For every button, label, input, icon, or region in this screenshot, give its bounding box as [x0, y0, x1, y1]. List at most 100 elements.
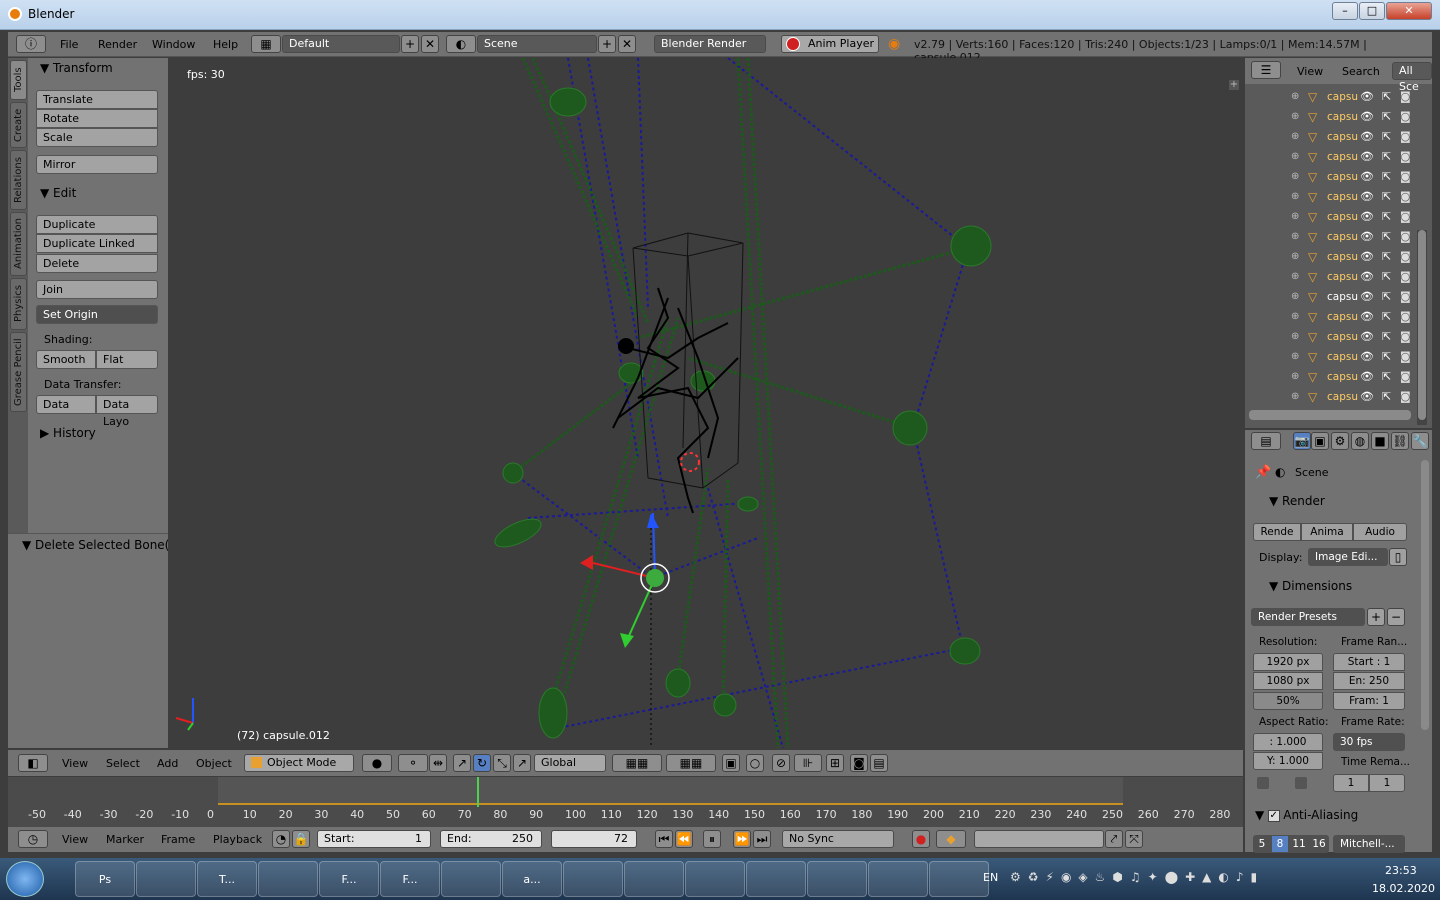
taskbar-app-button[interactable]	[685, 861, 745, 897]
render-tab-icon[interactable]: 📷	[1293, 432, 1311, 450]
visibility-eye-icon[interactable]: 👁	[1360, 130, 1374, 143]
outliner-item[interactable]: ⊕ ▽ capsu 👁 ⇱ ◙	[1245, 308, 1417, 328]
resolution-x-field[interactable]: 1920 px	[1253, 653, 1323, 671]
add-layout-button[interactable]: +	[401, 35, 419, 53]
outliner-item[interactable]: ⊕ ▽ capsu 👁 ⇱ ◙	[1245, 288, 1417, 308]
layers-grid-icon-2[interactable]: ▦▦	[666, 754, 716, 772]
clock-time[interactable]: 23:53	[1385, 864, 1417, 877]
crop-checkbox[interactable]	[1257, 777, 1269, 789]
visibility-eye-icon[interactable]: 👁	[1360, 150, 1374, 163]
expand-icon[interactable]: ⊕	[1291, 271, 1299, 282]
selectable-cursor-icon[interactable]: ⇱	[1382, 250, 1391, 263]
selectable-cursor-icon[interactable]: ⇱	[1382, 190, 1391, 203]
expand-icon[interactable]: ⊕	[1291, 131, 1299, 142]
jump-next-key-icon[interactable]: ⏩	[733, 830, 751, 848]
add-scene-button[interactable]: +	[598, 35, 616, 53]
editor-type-timeline-icon[interactable]: ◷	[18, 830, 48, 848]
jump-prev-key-icon[interactable]: ⏪	[675, 830, 693, 848]
smooth-button[interactable]: Smooth	[36, 350, 96, 369]
time-remap-new-field[interactable]: 1	[1369, 774, 1405, 792]
taskbar-app-button[interactable]	[868, 861, 928, 897]
viewport-shading-icon[interactable]: ●	[362, 754, 392, 772]
pin-icon[interactable]: 📌	[1255, 465, 1271, 480]
selectable-cursor-icon[interactable]: ⇱	[1382, 270, 1391, 283]
menu-playback[interactable]: Playback	[213, 833, 262, 846]
taskbar-app-button[interactable]	[624, 861, 684, 897]
render-layers-tab-icon[interactable]: ▣	[1311, 432, 1329, 450]
preview-range-icon[interactable]: ◔	[272, 830, 290, 848]
set-origin-dropdown[interactable]: Set Origin	[36, 305, 158, 324]
selectable-cursor-icon[interactable]: ⇱	[1382, 110, 1391, 123]
render-camera-icon[interactable]: ◙	[1400, 190, 1411, 203]
render-camera-icon[interactable]: ◙	[1400, 150, 1411, 163]
selectable-cursor-icon[interactable]: ⇱	[1382, 290, 1391, 303]
outliner-item[interactable]: ⊕ ▽ capsu 👁 ⇱ ◙	[1245, 388, 1417, 408]
taskbar-app-button[interactable]	[807, 861, 867, 897]
translate-button[interactable]: Translate	[36, 90, 158, 109]
jump-end-icon[interactable]: ⏭	[753, 830, 771, 848]
selectable-cursor-icon[interactable]: ⇱	[1382, 130, 1391, 143]
tab-grease-pencil[interactable]: Grease Pencil	[10, 332, 27, 412]
modifiers-tab-icon[interactable]: 🔧	[1411, 432, 1429, 450]
operator-panel-header[interactable]: ▼ Delete Selected Bone(s)	[22, 538, 180, 552]
taskbar-app-button[interactable]	[136, 861, 196, 897]
visibility-eye-icon[interactable]: 👁	[1360, 330, 1374, 343]
language-indicator[interactable]: EN	[983, 871, 998, 884]
expand-icon[interactable]: ⊕	[1291, 351, 1299, 362]
menu-window[interactable]: Window	[152, 38, 195, 51]
data-layout-button[interactable]: Data Layo	[96, 395, 158, 428]
menu-help[interactable]: Help	[213, 38, 238, 51]
render-still-button[interactable]: Rende	[1253, 523, 1301, 541]
outliner-item[interactable]: ⊕ ▽ capsu 👁 ⇱ ◙	[1245, 208, 1417, 228]
render-panel-header[interactable]: ▼ Render	[1269, 494, 1325, 508]
editor-type-properties-icon[interactable]: ▤	[1251, 432, 1281, 450]
scene-icon[interactable]: ◐	[446, 35, 476, 53]
render-camera-icon[interactable]: ◙	[1400, 90, 1411, 103]
aspect-y-field[interactable]: Y: 1.000	[1253, 752, 1323, 770]
visibility-eye-icon[interactable]: 👁	[1360, 270, 1374, 283]
outliner-item[interactable]: ⊕ ▽ capsu 👁 ⇱ ◙	[1245, 368, 1417, 388]
expand-icon[interactable]: ⊕	[1291, 91, 1299, 102]
current-frame-field[interactable]: 72	[551, 830, 637, 848]
render-camera-icon[interactable]: ◙	[1400, 270, 1411, 283]
render-camera-icon[interactable]: ◙	[1400, 170, 1411, 183]
aa-samples-11[interactable]: 11	[1289, 835, 1309, 853]
visibility-eye-icon[interactable]: 👁	[1360, 350, 1374, 363]
snap-target-icon[interactable]: ⊞	[826, 754, 844, 772]
outliner-item[interactable]: ⊕ ▽ capsu 👁 ⇱ ◙	[1245, 168, 1417, 188]
aa-samples-16[interactable]: 16	[1309, 835, 1329, 853]
expand-icon[interactable]: ⊕	[1291, 191, 1299, 202]
expand-icon[interactable]: ⊕	[1291, 251, 1299, 262]
render-preview-icon[interactable]: ◙	[850, 754, 868, 772]
flat-button[interactable]: Flat	[96, 350, 158, 369]
render-camera-icon[interactable]: ◙	[1400, 110, 1411, 123]
aspect-x-field[interactable]: : 1.000	[1253, 733, 1323, 751]
selectable-cursor-icon[interactable]: ⇱	[1382, 350, 1391, 363]
outliner-item[interactable]: ⊕ ▽ capsu 👁 ⇱ ◙	[1245, 268, 1417, 288]
scale-manipulator-icon-2[interactable]: ↗	[513, 754, 531, 772]
taskbar-app-button[interactable]	[746, 861, 806, 897]
jump-start-icon[interactable]: ⏮	[655, 830, 673, 848]
menu-view[interactable]: View	[62, 757, 88, 770]
expand-icon[interactable]: ⊕	[1291, 391, 1299, 402]
pivot-point-icon[interactable]: ⚬	[398, 754, 428, 772]
layers-grid-icon[interactable]: ▦▦	[612, 754, 662, 772]
start-button[interactable]	[6, 861, 44, 897]
rotate-button[interactable]: Rotate	[36, 109, 158, 128]
outliner-item[interactable]: ⊕ ▽ capsu 👁 ⇱ ◙	[1245, 88, 1417, 108]
resolution-y-field[interactable]: 1080 px	[1253, 672, 1323, 690]
remove-layout-button[interactable]: ✕	[421, 35, 439, 53]
join-button[interactable]: Join	[36, 280, 158, 299]
keying-set-field[interactable]	[974, 830, 1104, 848]
selectable-cursor-icon[interactable]: ⇱	[1382, 210, 1391, 223]
taskbar-app-button[interactable]: F...	[380, 861, 440, 897]
maximize-button[interactable]: □	[1359, 2, 1385, 20]
world-tab-icon[interactable]: ◍	[1351, 432, 1369, 450]
lock-interface-icon[interactable]: ▯	[1389, 548, 1407, 566]
constraints-tab-icon[interactable]: ⛓	[1391, 432, 1409, 450]
menu-render[interactable]: Render	[98, 38, 137, 51]
keying-icon[interactable]: ◆	[936, 830, 966, 848]
outliner-scrollbar-track[interactable]	[1417, 230, 1427, 425]
aa-filter-select[interactable]: Mitchell-...	[1333, 835, 1405, 853]
close-window-button[interactable]: ✕	[1386, 2, 1432, 20]
